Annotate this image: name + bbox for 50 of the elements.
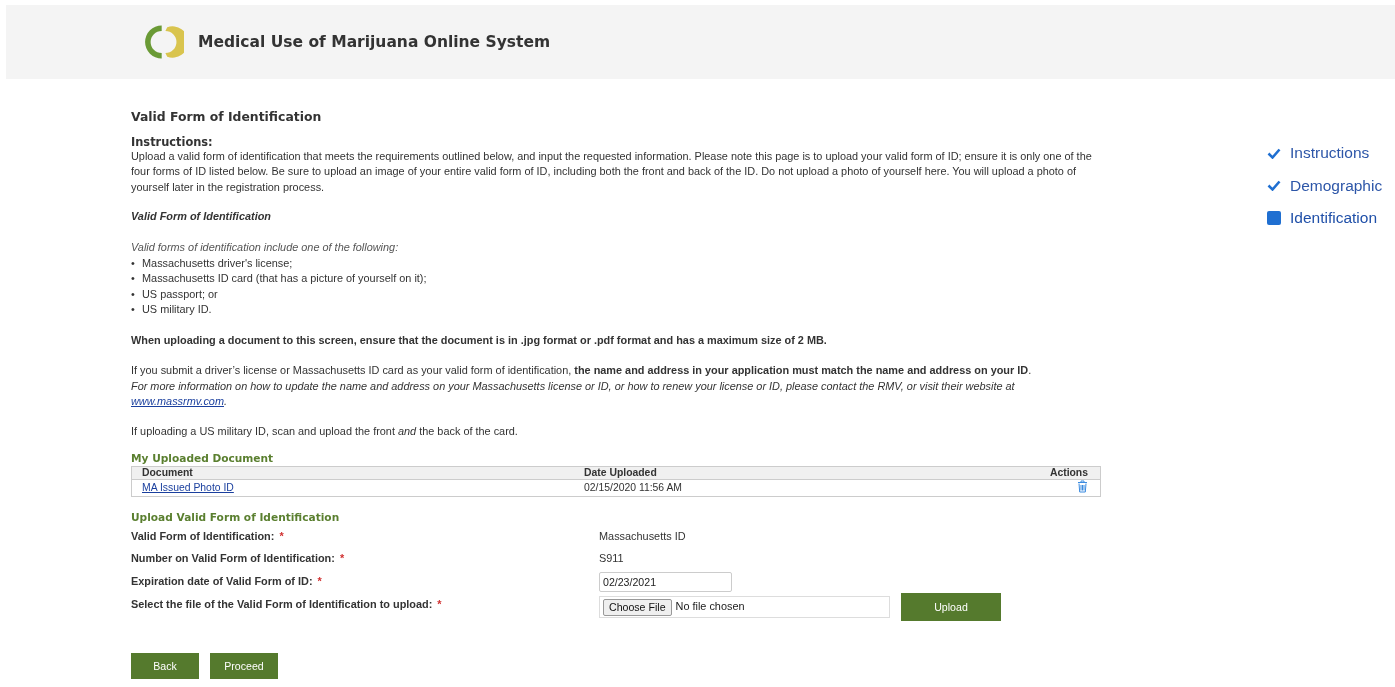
bullet-mark: • [131,255,136,271]
field-label: Valid Form of Identification: [131,529,275,544]
date-field[interactable]: 02/23/2021 [599,571,732,592]
step-item[interactable]: Demographic [1267,169,1383,202]
instructions-text: Upload a valid form of identification that meets the requirements outlined below, and input the requested information. Please note this page is to upload your valid form of ID; ensure it is only one of the four forms of ID listed below. Be sure to upload an image of your entire valid form of ID, including both the front and back of the ID. Do not upload a photo of yourself here. You will upload a photo of yourself later in the registration process. [131,148,1093,195]
bullet-mark: • [131,271,136,287]
list-item: US military ID. [142,302,212,318]
file-status: No file chosen [675,599,745,615]
field-label: Number on Valid Form of Identification: [131,551,335,567]
column-header: Actions [914,466,1101,480]
match-note: If you submit a driver’s license or Massachusetts ID card as your valid form of identification, the name and address in your application must match the name and address on your ID. [131,363,1033,379]
required-mark: * [437,597,442,613]
required-mark: * [279,529,284,544]
bullet-mark: • [131,302,136,318]
page-title: Valid Form of Identification [131,109,323,125]
document-link[interactable]: MA Issued Photo ID [142,481,234,493]
nav-button[interactable]: Proceed [210,653,278,680]
delete-icon[interactable] [1077,479,1088,493]
website-link[interactable]: www.massrmv.com [131,395,224,408]
list-item: US passport; or [142,286,218,302]
rmv-note: For more information on how to update the name and address on your Massachusetts license or ID, or how to renew your license or ID, please contact the RMV, or visit their website at www.massrmv.com. [131,378,1016,410]
field-label: Select the file of the Valid Form of Identification to upload: [131,597,433,613]
list-item: Massachusetts driver's license; [142,255,293,271]
intro-text: Valid forms of identification include one of the following: [131,239,400,255]
field-value: Massachusetts ID [599,529,686,544]
step-item[interactable]: Identification [1267,202,1383,235]
site-title: Medical Use of Marijuana Online System [198,33,551,51]
square-icon [1267,211,1281,226]
required-mark: * [317,574,322,589]
bullet-mark: • [131,286,136,302]
check-icon [1267,147,1281,159]
military-note: If uploading a US military ID, scan and upload the front and the back of the card. [131,423,519,439]
upload-heading: Upload Valid Form of Identification [131,510,341,524]
required-mark: * [339,551,345,567]
field-value: S911 [599,551,624,567]
section-heading: Valid Form of Identification [131,209,272,225]
table-cell: 02/15/2020 11:56 AM [584,479,915,497]
choose-file-button[interactable]: Choose File [603,598,672,616]
field-label: Expiration date of Valid Form of ID: [131,574,313,589]
step-item[interactable]: Instructions [1267,137,1383,170]
uploaded-heading: My Uploaded Document [131,451,275,465]
column-header: Date Uploaded [584,466,915,480]
list-item: Massachusetts ID card (that has a picture of yourself on it); [142,271,427,287]
check-icon [1267,180,1281,192]
nav-button[interactable]: Back [131,653,199,680]
file-field[interactable]: Choose File No file chosen [599,596,890,619]
instructions-heading: Instructions: [131,134,214,149]
upload-button[interactable]: Upload [901,593,1001,622]
column-header: Document [131,466,584,480]
upload-note: When uploading a document to this screen, ensure that the document is in .jpg format or .pdf format and has a maximum size of 2 MB. [131,332,828,348]
